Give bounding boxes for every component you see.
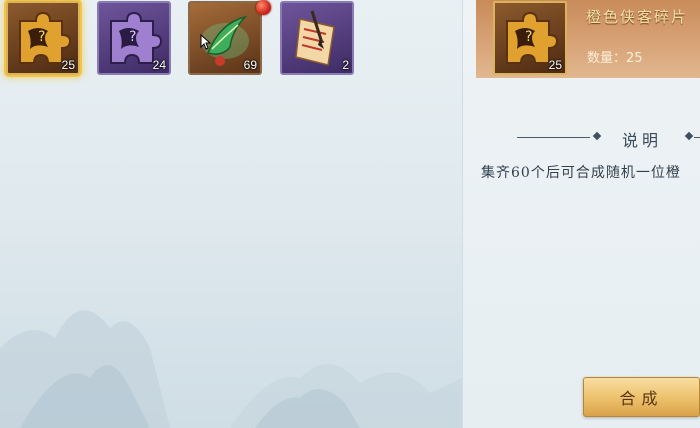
inventory-panel: ? 25 ? 24 69 2 (0, 0, 462, 428)
selected-item-icon: ? 25 (493, 1, 567, 75)
item-count: 24 (152, 58, 166, 72)
divider-line (694, 137, 700, 138)
svg-text:?: ? (525, 29, 532, 45)
item-count: 25 (61, 58, 75, 72)
item-count: 2 (342, 58, 349, 72)
item-description: 集齐60个后可合成随机一位橙 (481, 165, 681, 181)
item-name: 橙色侠客碎片 (586, 8, 689, 26)
misty-mountains-background (0, 310, 462, 428)
svg-text:?: ? (129, 29, 136, 45)
item-count: 25 (548, 58, 562, 72)
section-title: 说明 (622, 131, 663, 150)
item-quantity: 数量：25 (587, 51, 643, 66)
item-count: 69 (243, 58, 257, 72)
inventory-slot-purple-fragment[interactable]: ? 24 (97, 1, 171, 75)
notification-dot-icon (256, 0, 271, 15)
svg-text:?: ? (38, 29, 45, 45)
inventory-slot-scroll-item[interactable]: 2 (280, 1, 354, 75)
divider-line (517, 137, 590, 138)
compose-button[interactable]: 合成 (583, 377, 700, 417)
inventory-slot-orange-fragment[interactable]: ? 25 (6, 1, 80, 75)
mouse-cursor-icon (200, 34, 212, 50)
